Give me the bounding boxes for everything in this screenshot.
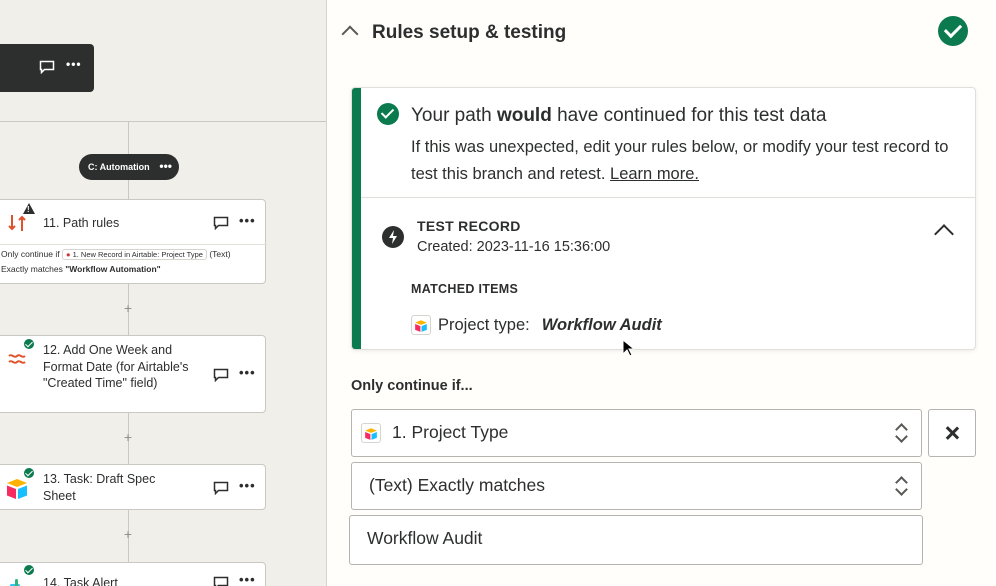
workflow-canvas: + + + ••• C: Automation ••• ! 11. Path r…	[0, 0, 326, 586]
rule-type: (Text)	[209, 249, 231, 259]
chevron-up-icon[interactable]	[341, 25, 359, 43]
success-check-icon	[23, 338, 35, 350]
result-explanation: If this was unexpected, edit your rules …	[411, 134, 961, 188]
more-icon[interactable]: •••	[239, 213, 256, 228]
step-card-draft-spec-sheet[interactable]: 13. Task: Draft Spec Sheet •••	[0, 464, 266, 510]
rule-match-prefix: Exactly matches	[1, 264, 63, 274]
comment-icon[interactable]	[213, 368, 229, 382]
learn-more-link[interactable]: Learn more.	[610, 165, 699, 183]
more-icon[interactable]: •••	[239, 365, 256, 380]
rule-value-text: Workflow Audit	[367, 528, 483, 548]
rule-value-input[interactable]: Workflow Audit	[349, 515, 923, 565]
step-card-format-date[interactable]: 12. Add One Week and Format Date (for Ai…	[0, 335, 266, 413]
add-step-button[interactable]: +	[123, 302, 133, 315]
matched-field: Project type:	[438, 315, 530, 334]
step-title: 14. Task Alert	[43, 576, 118, 586]
success-check-icon	[23, 467, 35, 479]
rule-field: 1. New Record in Airtable: Project Type	[72, 250, 203, 259]
mouse-cursor-icon	[622, 339, 634, 357]
comment-icon[interactable]	[39, 60, 55, 74]
headline-post: have continued for this test data	[551, 105, 827, 126]
more-icon[interactable]: •••	[239, 572, 256, 586]
comment-icon[interactable]	[213, 576, 229, 586]
matched-item: Project type: Workflow Audit	[411, 314, 672, 336]
branch-label-pill[interactable]: C: Automation •••	[79, 154, 179, 180]
test-result-card: Your path would have continued for this …	[351, 87, 976, 350]
step-card-task-alert[interactable]: 14. Task Alert •••	[0, 562, 266, 586]
sort-arrows-icon	[895, 475, 907, 497]
airtable-logo-icon: ●	[65, 250, 71, 259]
add-step-button[interactable]: +	[123, 431, 133, 444]
rule-condition-select[interactable]: (Text) Exactly matches	[351, 462, 922, 510]
step-title: 11. Path rules	[43, 216, 120, 230]
path-node[interactable]: •••	[0, 44, 94, 92]
headline-pre: Your path	[411, 105, 497, 126]
bolt-icon	[382, 226, 404, 248]
success-check-icon	[377, 103, 399, 125]
rule-match-value: "Workflow Automation"	[65, 264, 161, 274]
warning-icon: !	[23, 203, 35, 214]
step-card-path-rules[interactable]: ! 11. Path rules ••• Only continue if ● …	[0, 199, 267, 284]
result-headline: Your path would have continued for this …	[411, 105, 826, 127]
airtable-logo-icon	[361, 423, 381, 443]
connector-line	[128, 121, 129, 155]
comment-icon[interactable]	[213, 481, 229, 495]
step-title: 12. Add One Week and Format Date (for Ai…	[43, 343, 189, 390]
success-check-icon	[938, 16, 968, 46]
add-step-button[interactable]: +	[123, 528, 133, 541]
chevron-up-icon[interactable]	[934, 224, 954, 244]
step-editor-panel: Rules setup & testing Your path would ha…	[326, 0, 996, 586]
branch-label: C: Automation	[88, 162, 150, 172]
more-icon[interactable]: •••	[239, 478, 256, 493]
headline-bold: would	[496, 105, 552, 126]
airtable-logo-icon	[411, 315, 431, 335]
divider	[361, 197, 975, 198]
status-bar	[352, 88, 361, 349]
remove-rule-button[interactable]	[928, 409, 976, 457]
matched-value: Workflow Audit	[541, 315, 662, 334]
connector-line	[128, 180, 129, 199]
connector-line	[0, 121, 326, 122]
rule-prefix: Only continue if	[1, 249, 60, 259]
section-title[interactable]: Rules setup & testing	[372, 22, 566, 44]
step-title: 13. Task: Draft Spec Sheet	[43, 472, 156, 503]
rule-condition-value: (Text) Exactly matches	[369, 475, 546, 495]
rule-field-select[interactable]: 1. Project Type	[351, 409, 922, 457]
rule-field-chip: ● 1. New Record in Airtable: Project Typ…	[61, 249, 207, 260]
more-icon[interactable]: •••	[66, 57, 82, 71]
sort-arrows-icon	[895, 422, 907, 444]
rule-summary: Only continue if ● 1. New Record in Airt…	[1, 249, 231, 260]
success-check-icon	[23, 564, 35, 576]
more-icon[interactable]: •••	[159, 159, 172, 173]
rules-label: Only continue if...	[351, 378, 473, 394]
rule-match: Exactly matches "Workflow Automation"	[1, 264, 161, 274]
divider	[0, 244, 267, 245]
rule-field-value: 1. Project Type	[392, 422, 509, 442]
close-icon	[940, 421, 964, 445]
test-record-created: Created: 2023-11-16 15:36:00	[417, 239, 611, 255]
matched-items-label: MATCHED ITEMS	[411, 282, 519, 296]
test-record-label: TEST RECORD	[417, 218, 521, 234]
comment-icon[interactable]	[213, 216, 229, 230]
